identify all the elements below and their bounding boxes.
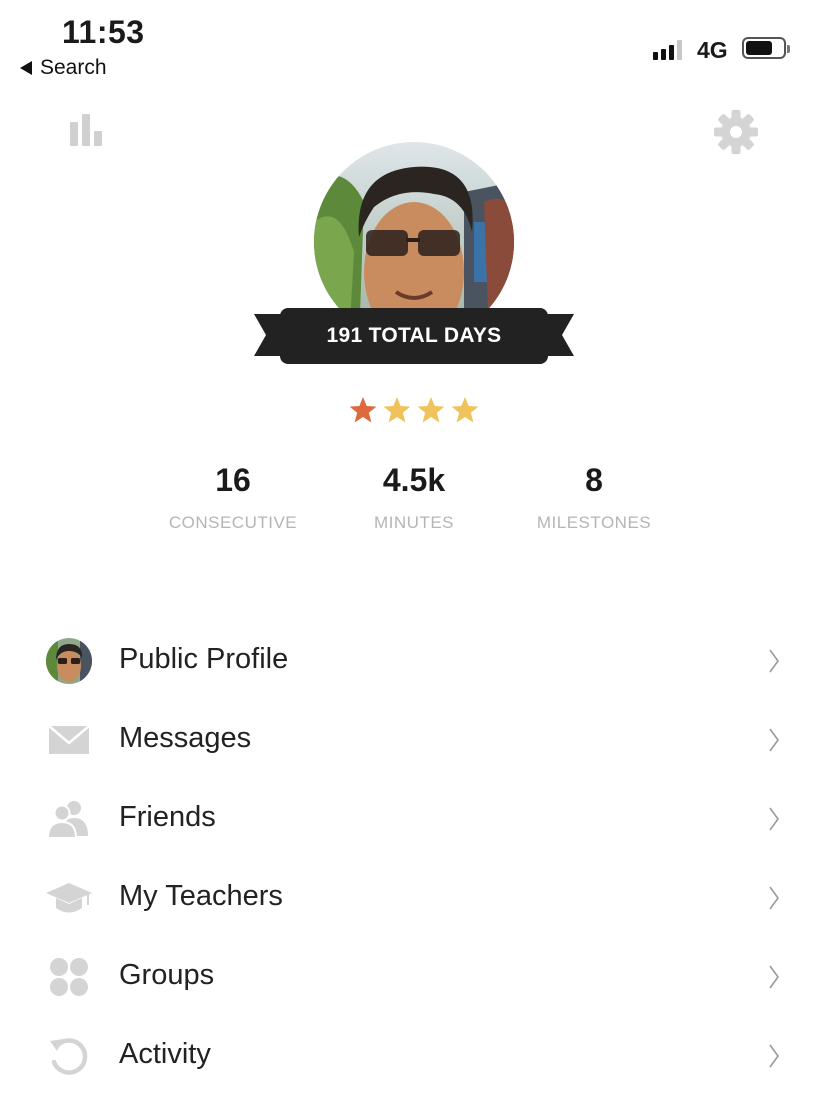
- stat-milestones: 8 MILESTONES: [504, 462, 684, 533]
- groups-dots-icon: [50, 958, 88, 996]
- menu-item-messages[interactable]: Messages: [0, 701, 828, 780]
- menu-item-groups[interactable]: Groups: [0, 938, 828, 1017]
- cellular-signal-icon: [653, 40, 682, 60]
- menu-item-label: Activity: [119, 1038, 211, 1070]
- chevron-right-icon: [769, 807, 779, 831]
- total-days-label: 191 TOTAL DAYS: [326, 324, 502, 347]
- stats-bar-chart-icon[interactable]: [70, 114, 104, 146]
- back-label: Search: [40, 56, 107, 79]
- stat-value: 4.5k: [382, 462, 446, 498]
- stat-minutes: 4.5k MINUTES: [324, 462, 504, 533]
- people-icon: [46, 801, 88, 839]
- stat-label: MINUTES: [374, 513, 454, 532]
- star-icon: [417, 396, 445, 423]
- back-arrow-icon: [20, 61, 32, 75]
- graduation-cap-icon: [46, 883, 92, 913]
- profile-menu: Public Profile Messages Friends My Teach…: [0, 622, 828, 1096]
- chevron-right-icon: [769, 965, 779, 989]
- stat-value: 16: [215, 462, 251, 498]
- battery-level: [746, 41, 772, 55]
- battery-icon: [742, 37, 790, 59]
- history-arrow-icon: [50, 1038, 88, 1075]
- menu-item-public-profile[interactable]: Public Profile: [0, 622, 828, 701]
- star-icon: [383, 396, 411, 423]
- chevron-right-icon: [769, 728, 779, 752]
- chevron-right-icon: [769, 1044, 779, 1068]
- stat-consecutive: 16 CONSECUTIVE: [143, 462, 323, 533]
- avatar-icon: [46, 638, 92, 684]
- menu-item-friends[interactable]: Friends: [0, 780, 828, 859]
- stat-label: MILESTONES: [536, 513, 652, 532]
- stat-value: 8: [585, 462, 603, 498]
- menu-item-label: Friends: [119, 801, 216, 833]
- menu-item-label: My Teachers: [119, 880, 283, 912]
- menu-item-activity[interactable]: Activity: [0, 1017, 828, 1096]
- menu-item-label: Public Profile: [119, 643, 289, 675]
- network-type: 4G: [697, 37, 728, 63]
- menu-item-label: Messages: [119, 722, 252, 754]
- stat-label: CONSECUTIVE: [168, 513, 298, 532]
- menu-item-my-teachers[interactable]: My Teachers: [0, 859, 828, 938]
- chevron-right-icon: [769, 886, 779, 910]
- back-to-search-button[interactable]: Search: [20, 56, 107, 80]
- envelope-icon: [48, 725, 90, 754]
- gear-icon[interactable]: [712, 108, 760, 156]
- status-time: 11:53: [62, 14, 145, 50]
- menu-item-label: Groups: [119, 959, 215, 991]
- star-rating: [348, 396, 480, 424]
- star-icon: [451, 396, 479, 423]
- star-icon: [349, 396, 377, 423]
- chevron-right-icon: [769, 649, 779, 673]
